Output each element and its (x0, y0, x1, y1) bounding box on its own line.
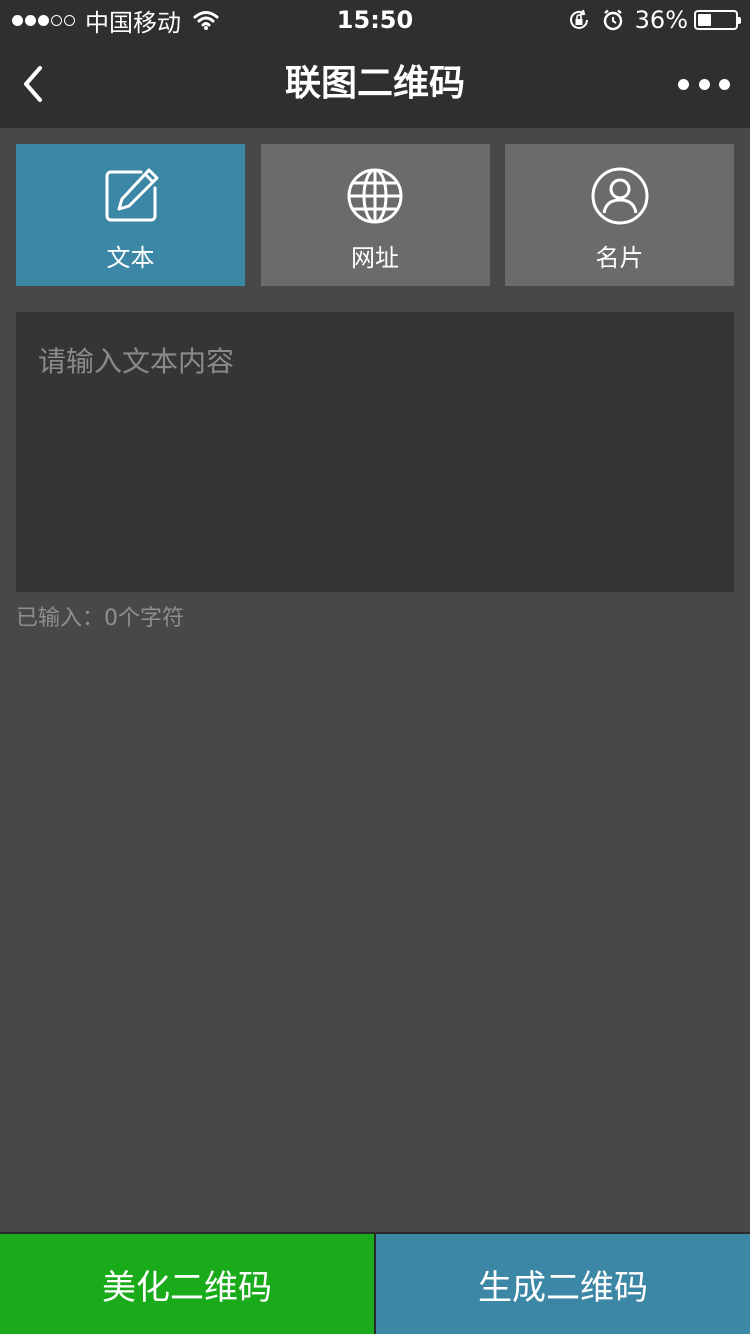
char-count: 已输入：0个字符 (16, 606, 184, 631)
user-icon (591, 167, 648, 225)
text-input[interactable] (16, 312, 734, 592)
tab-url[interactable]: 网址 (260, 144, 490, 286)
type-tabs: 文本 网址 名片 (16, 144, 734, 286)
globe-icon (347, 168, 403, 224)
tab-card[interactable]: 名片 (505, 144, 734, 286)
edit-icon (105, 168, 158, 222)
battery-percentage: 36% (634, 6, 688, 34)
action-bar: 美化二维码 生成二维码 (0, 1232, 750, 1334)
nav-bar: 联图二维码 (0, 40, 750, 128)
rotation-lock-icon (569, 9, 588, 29)
beautify-qr-button[interactable]: 美化二维码 (0, 1234, 376, 1334)
tab-label: 文本 (106, 244, 155, 272)
tab-label: 网址 (351, 244, 399, 272)
more-dots-icon[interactable] (678, 72, 730, 96)
status-bar: 中国移动 15:50 36% (0, 0, 750, 40)
battery-icon (694, 10, 741, 30)
tab-text[interactable]: 文本 (16, 144, 245, 286)
text-input-wrap (16, 312, 734, 592)
alarm-icon (603, 9, 622, 31)
battery-fill (698, 14, 711, 26)
tab-label: 名片 (595, 244, 644, 272)
page-title: 联图二维码 (284, 63, 465, 104)
generate-qr-button[interactable]: 生成二维码 (376, 1234, 750, 1334)
status-right: 36% (567, 0, 741, 40)
